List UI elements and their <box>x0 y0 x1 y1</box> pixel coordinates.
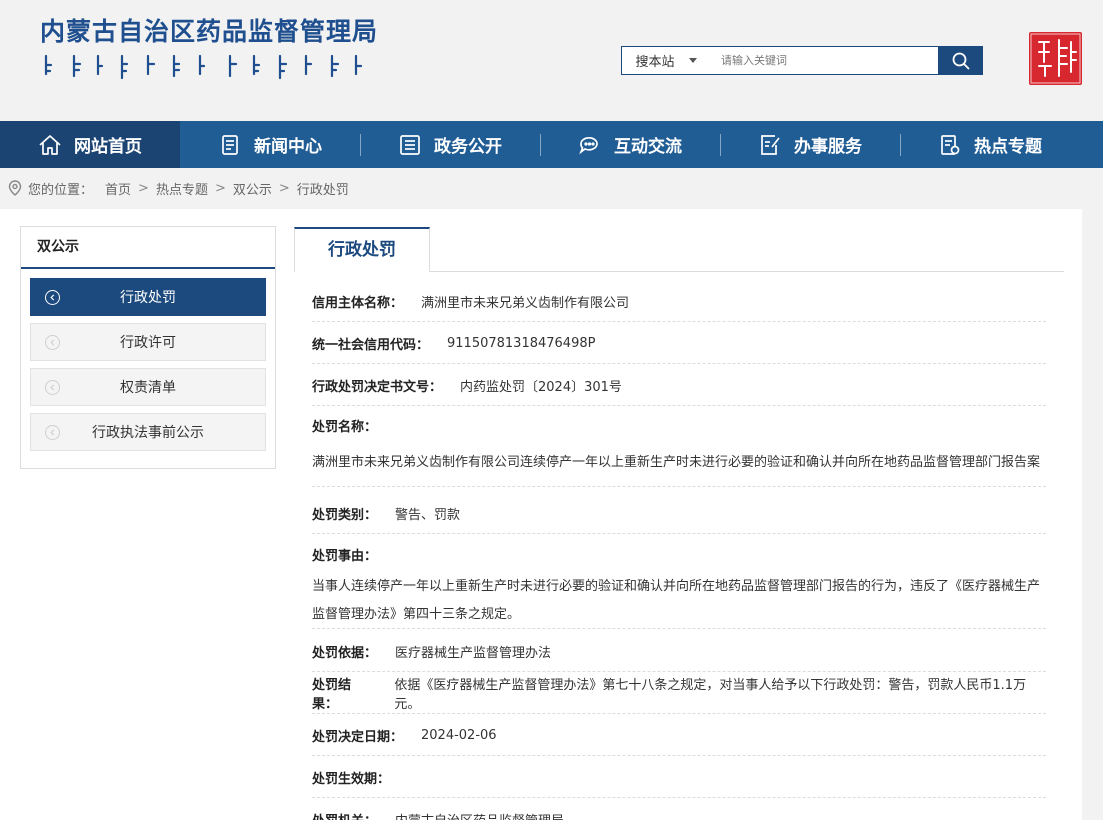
news-icon <box>222 134 238 155</box>
nav-item-government-affairs[interactable]: 政务公开 <box>360 121 540 168</box>
chevron-left-circle-icon <box>45 290 60 305</box>
caret-down-icon <box>688 58 697 63</box>
topic-icon <box>941 134 960 155</box>
field-penalty-result: 处罚结果： 依据《医疗器械生产监督管理办法》第七十八条之规定，对当事人给予以下行… <box>312 673 1046 714</box>
breadcrumb-item-dual-publicity[interactable]: 双公示 <box>233 179 272 198</box>
field-value: 满洲里市未来兄弟义齿制作有限公司连续停产一年以上重新生产时未进行必要的验证和确认… <box>312 455 1041 470</box>
site-title: 内蒙古自治区药品监督管理局 <box>40 17 379 46</box>
location-pin-icon <box>8 180 22 196</box>
chevron-left-circle-icon <box>45 335 60 350</box>
field-penalty-authority: 处罚机关： 内蒙古自治区药品监督管理局 <box>312 799 1046 820</box>
field-penalty-basis: 处罚依据： 医疗器械生产监督管理办法 <box>312 631 1046 672</box>
field-label: 信用主体名称： <box>312 295 404 311</box>
seal-icon <box>1030 33 1081 84</box>
nav-label: 网站首页 <box>74 137 142 157</box>
main-nav: 网站首页 新闻中心 政务公开 互动交流 办事服务 热点专题 <box>0 121 1103 168</box>
field-penalty-name: 处罚名称： 满洲里市未来兄弟义齿制作有限公司连续停产一年以上重新生产时未进行必要… <box>312 419 1046 487</box>
nav-label: 新闻中心 <box>254 137 322 157</box>
sidebar-item-label: 行政执法事前公示 <box>92 425 204 441</box>
sidebar-item-administrative-license[interactable]: 行政许可 <box>30 323 266 361</box>
search-scope-label: 搜本站 <box>635 55 675 70</box>
field-penalty-reason: 处罚事由： 当事人连续停产一年以上重新生产时未进行必要的验证和确认并向所在地药品… <box>312 548 1046 629</box>
document-icon <box>400 134 420 155</box>
field-value: 依据《医疗器械生产监督管理办法》第七十八条之规定，对当事人给予以下行政处罚：警告… <box>394 678 1027 712</box>
mongolian-script-logo <box>44 54 363 80</box>
search-icon <box>952 52 969 69</box>
main-panel: 双公示 行政处罚 行政许可 权责清单 行政执法事前公示 行政处罚 信用主体名称：… <box>0 209 1082 820</box>
field-value: 91150781318476498P <box>447 335 596 351</box>
sidebar-item-enforcement-prior-disclosure[interactable]: 行政执法事前公示 <box>30 413 266 451</box>
home-icon <box>39 134 61 155</box>
field-value: 医疗器械生产监督管理办法 <box>395 645 552 661</box>
sidebar-item-administrative-penalty[interactable]: 行政处罚 <box>30 278 266 316</box>
chat-icon <box>579 136 598 154</box>
field-value: 当事人连续停产一年以上重新生产时未进行必要的验证和确认并向所在地药品监督管理部门… <box>312 579 1041 622</box>
search-button[interactable] <box>938 46 983 75</box>
field-label: 处罚名称： <box>312 420 378 435</box>
nav-item-news[interactable]: 新闻中心 <box>180 121 360 168</box>
field-value: 内药监处罚〔2024〕301号 <box>460 379 622 395</box>
field-label: 行政处罚决定书文号： <box>312 379 443 395</box>
field-label: 处罚决定日期： <box>312 729 404 745</box>
nav-label: 政务公开 <box>434 137 502 157</box>
field-label: 处罚类别： <box>312 507 378 523</box>
sidebar-item-power-list[interactable]: 权责清单 <box>30 368 266 406</box>
sidebar-item-label: 行政许可 <box>120 335 176 351</box>
sidebar-title: 双公示 <box>21 227 275 269</box>
nav-item-home[interactable]: 网站首页 <box>0 121 180 168</box>
field-label: 处罚结果： <box>312 678 352 712</box>
field-value: 2024-02-06 <box>421 727 497 743</box>
sidebar: 双公示 行政处罚 行政许可 权责清单 行政执法事前公示 <box>20 226 276 469</box>
field-label: 处罚事由： <box>312 549 378 564</box>
field-decision-date: 处罚决定日期： 2024-02-06 <box>312 715 1046 756</box>
field-label: 处罚机关： <box>312 810 377 820</box>
field-decision-number: 行政处罚决定书文号： 内药监处罚〔2024〕301号 <box>312 365 1046 406</box>
chevron-left-circle-icon <box>45 425 60 440</box>
breadcrumb-separator: > <box>214 180 226 196</box>
breadcrumb-prefix: 您的位置： <box>28 182 94 198</box>
nav-label: 互动交流 <box>614 137 682 157</box>
nav-item-services[interactable]: 办事服务 <box>720 121 900 168</box>
content-area: 行政处罚 信用主体名称： 满洲里市未来兄弟义齿制作有限公司 统一社会信用代码： … <box>294 227 1064 820</box>
site-header: 内蒙古自治区药品监督管理局 搜本站 <box>0 0 1103 121</box>
search-input[interactable] <box>710 47 938 74</box>
tab-bar: 行政处罚 <box>294 227 1064 272</box>
nav-label: 办事服务 <box>794 137 862 157</box>
sidebar-item-label: 行政处罚 <box>120 290 176 306</box>
field-credit-subject-name: 信用主体名称： 满洲里市未来兄弟义齿制作有限公司 <box>312 281 1046 322</box>
field-penalty-category: 处罚类别： 警告、罚款 <box>312 493 1046 534</box>
breadcrumb-item-home[interactable]: 首页 <box>105 179 131 198</box>
field-credit-code: 统一社会信用代码： 91150781318476498P <box>312 323 1046 364</box>
edit-icon <box>761 134 780 155</box>
field-label: 处罚依据： <box>312 645 378 661</box>
nav-item-interaction[interactable]: 互动交流 <box>540 121 720 168</box>
breadcrumb-item-current[interactable]: 行政处罚 <box>297 179 349 198</box>
nav-item-hot-topics[interactable]: 热点专题 <box>900 121 1080 168</box>
chevron-left-circle-icon <box>45 380 60 395</box>
field-label: 处罚生效期： <box>312 771 391 787</box>
search-bar: 搜本站 <box>621 46 983 75</box>
search-scope-dropdown[interactable]: 搜本站 <box>622 47 710 74</box>
site-logo[interactable]: 内蒙古自治区药品监督管理局 <box>40 12 378 86</box>
field-value: 警告、罚款 <box>395 507 461 523</box>
breadcrumb: 您的位置： 首页 > 热点专题 > 双公示 > 行政处罚 <box>8 179 349 198</box>
breadcrumb-item-hot-topics[interactable]: 热点专题 <box>156 179 208 198</box>
field-value: 内蒙古自治区药品监督管理局 <box>395 810 564 820</box>
sidebar-item-label: 权责清单 <box>120 380 176 396</box>
seal-logo <box>1029 32 1082 85</box>
nav-label: 热点专题 <box>974 137 1042 157</box>
tab-administrative-penalty[interactable]: 行政处罚 <box>294 227 430 272</box>
breadcrumb-separator: > <box>138 180 149 196</box>
breadcrumb-separator: > <box>278 180 290 196</box>
field-effective-date: 处罚生效期： <box>312 757 1046 798</box>
field-label: 统一社会信用代码： <box>312 337 430 353</box>
field-value: 满洲里市未来兄弟义齿制作有限公司 <box>421 295 630 311</box>
